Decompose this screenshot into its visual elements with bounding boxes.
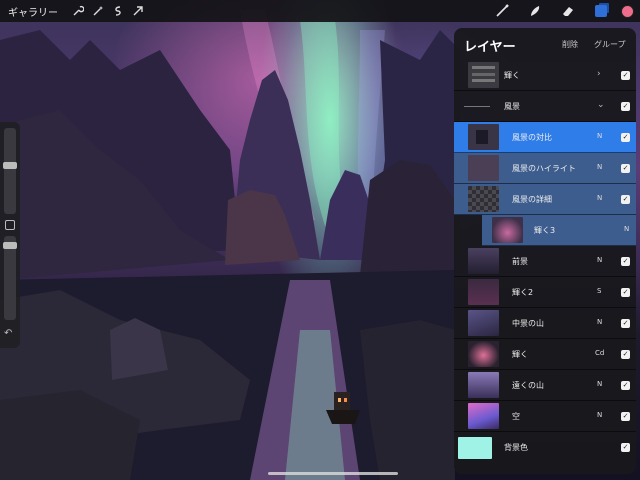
- layer-row-selected[interactable]: 輝く3 N: [482, 215, 636, 246]
- modify-button[interactable]: [5, 220, 15, 230]
- layer-name: 中景の山: [512, 319, 544, 328]
- layer-row[interactable]: 前景 N ✓: [454, 246, 636, 277]
- opacity-slider[interactable]: [3, 236, 17, 320]
- layer-thumbnail: [468, 248, 499, 274]
- layer-thumbnail: [468, 372, 499, 398]
- toolbar-right-group: [485, 0, 640, 22]
- layer-visibility-checkbox[interactable]: ✓: [621, 195, 630, 204]
- layer-row[interactable]: 遠くの山 N ✓: [454, 370, 636, 401]
- layer-name: 背景色: [504, 443, 528, 452]
- layer-name: 輝く: [504, 71, 520, 80]
- chevron-down-icon[interactable]: ⌄: [597, 100, 605, 110]
- layer-name: 遠くの山: [512, 381, 544, 390]
- left-sidebar: ↶: [0, 122, 20, 348]
- selection-icon[interactable]: [108, 2, 128, 20]
- layer-visibility-checkbox[interactable]: ✓: [621, 288, 630, 297]
- undo-icon[interactable]: ↶: [4, 328, 12, 339]
- brush-size-knob[interactable]: [3, 162, 17, 169]
- layer-name: 輝く2: [512, 288, 534, 297]
- layer-visibility-checkbox[interactable]: ✓: [621, 381, 630, 390]
- layer-thumbnail: [492, 217, 523, 243]
- blend-mode-label[interactable]: Cd: [595, 349, 604, 357]
- layer-visibility-checkbox[interactable]: ✓: [621, 350, 630, 359]
- transform-arrow-icon[interactable]: [128, 2, 148, 20]
- layer-thumbnail: [468, 279, 499, 305]
- layer-thumbnail: [468, 62, 499, 88]
- layer-visibility-checkbox[interactable]: ✓: [621, 133, 630, 142]
- layer-row-selected[interactable]: 風景の対比 N ✓: [454, 122, 636, 153]
- layer-row-selected[interactable]: 風景の詳細 N ✓: [454, 184, 636, 215]
- group-button[interactable]: グループ: [594, 39, 626, 50]
- blend-mode-label[interactable]: N: [597, 256, 602, 264]
- opacity-knob[interactable]: [3, 242, 17, 249]
- layer-visibility-checkbox[interactable]: ✓: [621, 319, 630, 328]
- layer-thumbnail: [468, 124, 499, 150]
- background-color-row[interactable]: 背景色 ✓: [454, 432, 636, 466]
- layer-row[interactable]: 輝く › ✓: [454, 60, 636, 91]
- layer-name: 風景のハイライト: [512, 164, 576, 173]
- layers-panel: レイヤー 削除 グループ 輝く › ✓ 風景 ⌄ ✓ 風景の対比 N ✓ 風景の…: [454, 28, 636, 474]
- layer-name: 前景: [512, 257, 528, 266]
- layers-panel-title: レイヤー: [464, 40, 516, 55]
- layer-thumbnail: [468, 341, 499, 367]
- layer-name: 風景: [504, 102, 520, 111]
- layer-thumbnail: [468, 403, 499, 429]
- layer-row[interactable]: 輝く Cd ✓: [454, 339, 636, 370]
- layers-icon[interactable]: [584, 2, 617, 20]
- home-indicator[interactable]: [268, 472, 398, 475]
- top-toolbar: ギャラリー: [0, 0, 640, 22]
- brush-size-slider[interactable]: [3, 128, 17, 214]
- layer-group-row[interactable]: 風景 ⌄ ✓: [454, 91, 636, 122]
- eraser-icon[interactable]: [551, 2, 584, 20]
- layer-row[interactable]: 中景の山 N ✓: [454, 308, 636, 339]
- layer-name: 風景の詳細: [512, 195, 552, 204]
- layer-row-selected[interactable]: 風景のハイライト N ✓: [454, 153, 636, 184]
- layer-name: 輝く3: [534, 226, 556, 235]
- layer-visibility-checkbox[interactable]: ✓: [621, 71, 630, 80]
- wrench-icon[interactable]: [68, 2, 88, 20]
- blend-mode-label[interactable]: N: [597, 380, 602, 388]
- layer-thumbnail: [468, 310, 499, 336]
- background-color-swatch[interactable]: [458, 437, 492, 459]
- blend-mode-label[interactable]: N: [597, 411, 602, 419]
- gallery-button[interactable]: ギャラリー: [8, 4, 58, 19]
- layer-name: 輝く: [512, 350, 528, 359]
- layer-name: 空: [512, 412, 520, 421]
- layer-row[interactable]: 輝く2 S ✓: [454, 277, 636, 308]
- blend-mode-label[interactable]: N: [597, 163, 602, 171]
- blend-mode-label[interactable]: N: [597, 318, 602, 326]
- layer-visibility-checkbox[interactable]: ✓: [621, 412, 630, 421]
- chevron-right-icon[interactable]: ›: [597, 69, 601, 79]
- layers-panel-header: レイヤー 削除 グループ: [454, 28, 636, 60]
- layer-row[interactable]: 空 N ✓: [454, 401, 636, 432]
- layer-visibility-checkbox[interactable]: ✓: [621, 443, 630, 452]
- smudge-icon[interactable]: [518, 2, 551, 20]
- blend-mode-label[interactable]: S: [597, 287, 601, 295]
- layer-visibility-checkbox[interactable]: ✓: [621, 102, 630, 111]
- blend-mode-label[interactable]: N: [624, 225, 629, 233]
- blend-mode-label[interactable]: N: [597, 194, 602, 202]
- color-swatch[interactable]: [621, 4, 634, 18]
- layer-thumbnail: [468, 155, 499, 181]
- layer-visibility-checkbox[interactable]: ✓: [621, 164, 630, 173]
- blend-mode-label[interactable]: N: [597, 132, 602, 140]
- delete-button[interactable]: 削除: [562, 39, 578, 50]
- group-divider: [464, 106, 490, 107]
- layer-name: 風景の対比: [512, 133, 552, 142]
- layer-thumbnail: [468, 186, 499, 212]
- brush-icon[interactable]: [485, 2, 518, 20]
- layer-visibility-checkbox[interactable]: ✓: [621, 257, 630, 266]
- magic-wand-icon[interactable]: [88, 2, 108, 20]
